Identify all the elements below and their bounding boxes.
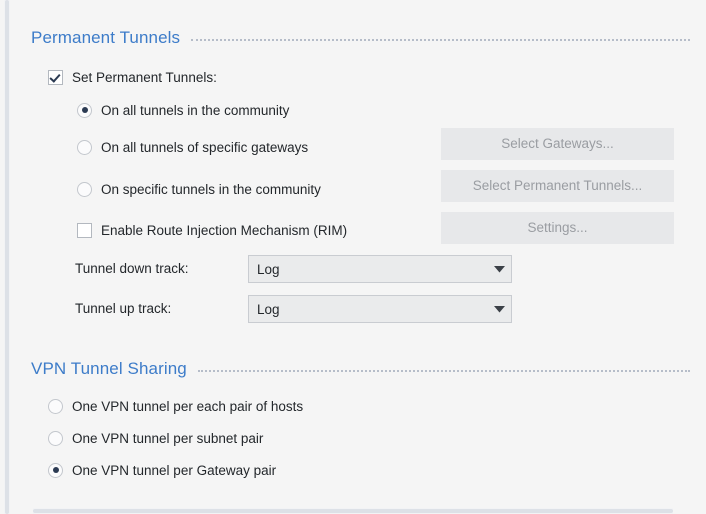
radio-label-tunnel-per-subnet-pair: One VPN tunnel per subnet pair xyxy=(72,430,264,446)
radio-row-specific-tunnels[interactable]: On specific tunnels in the community xyxy=(77,178,321,200)
tunnel-down-track-combobox[interactable]: Log xyxy=(248,255,512,283)
tunnel-up-track-combobox[interactable]: Log xyxy=(248,295,512,323)
radio-row-tunnel-per-subnet-pair[interactable]: One VPN tunnel per subnet pair xyxy=(48,427,263,449)
radio-all-tunnels-community[interactable] xyxy=(77,102,92,118)
radio-specific-gateways[interactable] xyxy=(77,139,92,155)
select-gateways-button[interactable]: Select Gateways... xyxy=(441,128,674,160)
radio-row-all-tunnels-community[interactable]: On all tunnels in the community xyxy=(77,99,289,121)
chevron-down-icon[interactable] xyxy=(487,256,511,282)
set-permanent-tunnels-label: Set Permanent Tunnels: xyxy=(72,69,217,85)
rim-label: Enable Route Injection Mechanism (RIM) xyxy=(101,222,348,238)
set-permanent-tunnels-checkbox[interactable] xyxy=(48,69,63,85)
radio-row-tunnel-per-host-pair[interactable]: One VPN tunnel per each pair of hosts xyxy=(48,395,303,417)
select-permanent-tunnels-button[interactable]: Select Permanent Tunnels... xyxy=(441,170,674,202)
tunnel-up-track-value: Log xyxy=(257,301,280,317)
radio-row-specific-gateways[interactable]: On all tunnels of specific gateways xyxy=(77,136,308,158)
radio-label-specific-gateways: On all tunnels of specific gateways xyxy=(101,139,309,155)
section-divider-permanent-tunnels xyxy=(191,39,690,41)
radio-label-tunnel-per-host-pair: One VPN tunnel per each pair of hosts xyxy=(72,398,304,414)
rim-checkbox[interactable] xyxy=(77,222,92,238)
section-title-vpn-tunnel-sharing: VPN Tunnel Sharing xyxy=(31,359,187,378)
section-header-permanent-tunnels: Permanent Tunnels xyxy=(31,26,690,50)
radio-specific-tunnels[interactable] xyxy=(77,181,92,197)
rim-row[interactable]: Enable Route Injection Mechanism (RIM) xyxy=(77,219,347,241)
settings-panel: Permanent Tunnels Set Permanent Tunnels:… xyxy=(0,0,706,514)
radio-label-specific-tunnels: On specific tunnels in the community xyxy=(101,181,321,197)
radio-tunnel-per-subnet-pair[interactable] xyxy=(48,430,63,446)
radio-row-tunnel-per-gateway-pair[interactable]: One VPN tunnel per Gateway pair xyxy=(48,459,276,481)
tunnel-down-track-value: Log xyxy=(257,261,280,277)
tunnel-down-track-label: Tunnel down track: xyxy=(75,261,189,276)
vertical-scrollbar-thumb[interactable] xyxy=(5,0,9,514)
rim-settings-button[interactable]: Settings... xyxy=(441,212,674,244)
section-divider-vpn-tunnel-sharing xyxy=(197,370,690,372)
set-permanent-tunnels-row[interactable]: Set Permanent Tunnels: xyxy=(48,66,217,88)
radio-tunnel-per-host-pair[interactable] xyxy=(48,398,63,414)
horizontal-scrollbar-thumb[interactable] xyxy=(33,509,673,513)
section-title-permanent-tunnels: Permanent Tunnels xyxy=(31,28,181,47)
tunnel-up-track-label: Tunnel up track: xyxy=(75,301,172,316)
radio-tunnel-per-gateway-pair[interactable] xyxy=(48,462,63,478)
chevron-down-icon[interactable] xyxy=(487,296,511,322)
radio-label-all-tunnels-community: On all tunnels in the community xyxy=(101,102,290,118)
radio-label-tunnel-per-gateway-pair: One VPN tunnel per Gateway pair xyxy=(72,462,277,478)
section-header-vpn-tunnel-sharing: VPN Tunnel Sharing xyxy=(31,357,690,381)
